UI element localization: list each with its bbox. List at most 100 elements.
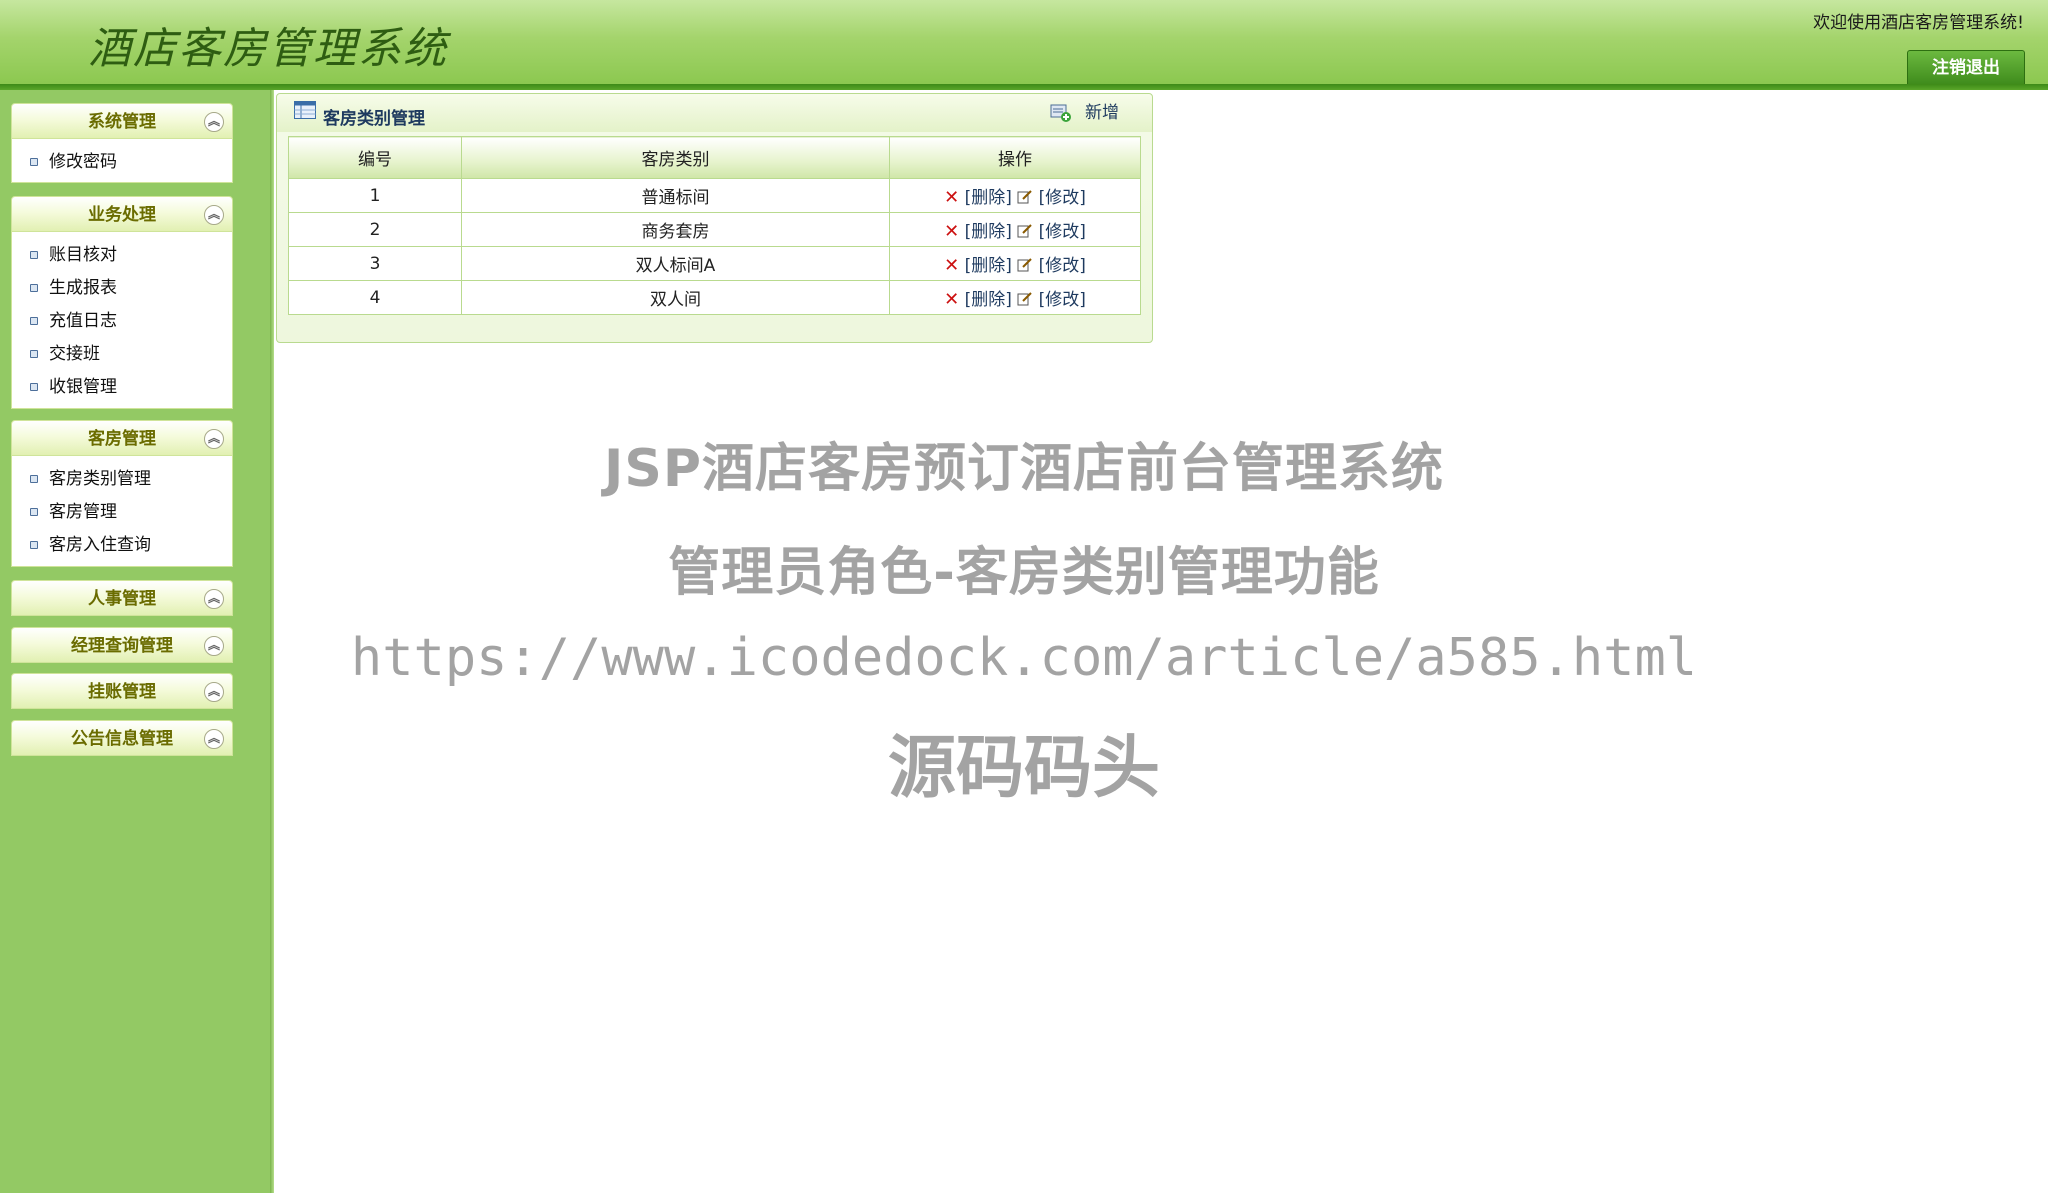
menu-head-on-account[interactable]: 挂账管理 ︽	[11, 673, 233, 709]
square-bullet-icon	[30, 541, 38, 549]
square-bullet-icon	[30, 251, 38, 259]
sidebar-item-label: 修改密码	[49, 152, 117, 172]
sidebar-item-generate-report[interactable]: 生成报表	[12, 272, 232, 305]
menu-head-label: 公告信息管理	[71, 729, 173, 749]
collapse-chevron-icon[interactable]: ︽	[204, 205, 224, 225]
top-header: 酒店客房管理系统 欢迎使用酒店客房管理系统! 注销退出	[0, 0, 2048, 84]
cell-actions: ✕ [删除] [修改]	[889, 178, 1141, 213]
delete-link[interactable]: [删除]	[965, 256, 1012, 276]
collapse-chevron-icon[interactable]: ︽	[204, 682, 224, 702]
sidebar-item-label: 生成报表	[49, 278, 117, 298]
collapse-chevron-icon[interactable]: ︽	[204, 636, 224, 656]
menu-head-business[interactable]: 业务处理 ︽	[11, 196, 233, 232]
watermark-title: JSP酒店客房预订酒店前台管理系统	[604, 439, 1444, 499]
collapse-chevron-icon[interactable]: ︽	[204, 112, 224, 132]
edit-pencil-icon[interactable]	[1017, 292, 1033, 306]
cell-actions: ✕ [删除] [修改]	[889, 212, 1141, 247]
sidebar-item-label: 收银管理	[49, 377, 117, 397]
column-header-actions: 操作	[889, 136, 1141, 179]
watermark-url: https://www.icodedock.com/article/a585.h…	[350, 628, 1698, 688]
edit-pencil-icon[interactable]	[1017, 258, 1033, 272]
sidebar-item-label: 交接班	[49, 344, 100, 364]
square-bullet-icon	[30, 508, 38, 516]
square-bullet-icon	[30, 158, 38, 166]
sidebar-item-room-manage[interactable]: 客房管理	[12, 496, 232, 529]
add-record-icon	[1050, 104, 1071, 122]
square-bullet-icon	[30, 383, 38, 391]
delete-link[interactable]: [删除]	[965, 188, 1012, 208]
cell-category: 双人标间A	[461, 246, 890, 281]
watermark-brand: 源码码头	[887, 729, 1160, 808]
app-title: 酒店客房管理系统	[88, 24, 448, 74]
cell-actions: ✕ [删除] [修改]	[889, 246, 1141, 281]
delete-x-icon[interactable]: ✕	[944, 221, 959, 242]
menu-head-notice[interactable]: 公告信息管理 ︽	[11, 720, 233, 756]
panel-title: 客房类别管理	[323, 109, 425, 129]
table-icon	[294, 101, 316, 119]
sidebar-item-checkin-query[interactable]: 客房入住查询	[12, 529, 232, 562]
sidebar-item-label: 客房类别管理	[49, 469, 151, 489]
sidebar-item-label: 客房入住查询	[49, 535, 151, 555]
menu-group-rooms: 客房管理 ︽ 客房类别管理 客房管理 客房入住查询	[11, 420, 233, 567]
table-row: 2 商务套房 ✕ [删除] [修改]	[288, 212, 1141, 247]
square-bullet-icon	[30, 475, 38, 483]
column-header-id: 编号	[288, 136, 462, 179]
add-label: 新增	[1085, 103, 1119, 123]
collapse-chevron-icon[interactable]: ︽	[204, 729, 224, 749]
delete-x-icon[interactable]: ✕	[944, 255, 959, 276]
edit-pencil-icon[interactable]	[1017, 224, 1033, 238]
square-bullet-icon	[30, 284, 38, 292]
cell-id: 2	[288, 212, 462, 247]
edit-link[interactable]: [修改]	[1039, 290, 1086, 310]
menu-head-label: 经理查询管理	[71, 636, 173, 656]
cell-id: 4	[288, 280, 462, 315]
menu-group-hr: 人事管理 ︽	[11, 580, 233, 616]
menu-group-business: 业务处理 ︽ 账目核对 生成报表 充值日志 交接班 收银管理	[11, 196, 233, 409]
menu-head-label: 挂账管理	[88, 682, 156, 702]
delete-x-icon[interactable]: ✕	[944, 289, 959, 310]
menu-head-hr[interactable]: 人事管理 ︽	[11, 580, 233, 616]
sidebar-item-label: 客房管理	[49, 502, 117, 522]
square-bullet-icon	[30, 350, 38, 358]
menu-head-manager-query[interactable]: 经理查询管理 ︽	[11, 627, 233, 663]
logout-button[interactable]: 注销退出	[1907, 50, 2025, 84]
room-category-panel: 客房类别管理 新增 编号 客房类别 操作 1 普通标间 ✕ [删除] [修改] …	[276, 93, 1153, 343]
table-row: 4 双人间 ✕ [删除] [修改]	[288, 280, 1141, 315]
sidebar-item-change-password[interactable]: 修改密码	[12, 146, 232, 179]
menu-group-manager-query: 经理查询管理 ︽	[11, 627, 233, 663]
cell-actions: ✕ [删除] [修改]	[889, 280, 1141, 315]
table-row: 1 普通标间 ✕ [删除] [修改]	[288, 178, 1141, 213]
delete-link[interactable]: [删除]	[965, 290, 1012, 310]
sidebar-item-room-category[interactable]: 客房类别管理	[12, 463, 232, 496]
menu-head-label: 客房管理	[88, 429, 156, 449]
menu-head-rooms[interactable]: 客房管理 ︽	[11, 420, 233, 456]
sidebar-item-recharge-log[interactable]: 充值日志	[12, 305, 232, 338]
table-row: 3 双人标间A ✕ [删除] [修改]	[288, 246, 1141, 281]
delete-x-icon[interactable]: ✕	[944, 187, 959, 208]
menu-head-label: 人事管理	[88, 589, 156, 609]
cell-category: 普通标间	[461, 178, 890, 213]
room-category-table: 编号 客房类别 操作 1 普通标间 ✕ [删除] [修改] 2 商务套房 ✕ […	[288, 136, 1141, 315]
edit-link[interactable]: [修改]	[1039, 188, 1086, 208]
header-divider	[0, 84, 2048, 90]
sidebar-item-account-check[interactable]: 账目核对	[12, 239, 232, 272]
delete-link[interactable]: [删除]	[965, 222, 1012, 242]
edit-link[interactable]: [修改]	[1039, 256, 1086, 276]
panel-header: 客房类别管理 新增	[277, 94, 1152, 132]
cell-id: 3	[288, 246, 462, 281]
collapse-chevron-icon[interactable]: ︽	[204, 589, 224, 609]
column-header-category: 客房类别	[461, 136, 890, 179]
cell-category: 双人间	[461, 280, 890, 315]
collapse-chevron-icon[interactable]: ︽	[204, 429, 224, 449]
menu-head-system[interactable]: 系统管理 ︽	[11, 103, 233, 139]
edit-pencil-icon[interactable]	[1017, 190, 1033, 204]
sidebar-item-label: 账目核对	[49, 245, 117, 265]
cell-category: 商务套房	[461, 212, 890, 247]
sidebar-item-cashier[interactable]: 收银管理	[12, 371, 232, 404]
menu-group-on-account: 挂账管理 ︽	[11, 673, 233, 709]
sidebar-item-shift-handover[interactable]: 交接班	[12, 338, 232, 371]
edit-link[interactable]: [修改]	[1039, 222, 1086, 242]
cell-id: 1	[288, 178, 462, 213]
square-bullet-icon	[30, 317, 38, 325]
menu-group-system: 系统管理 ︽ 修改密码	[11, 103, 233, 183]
